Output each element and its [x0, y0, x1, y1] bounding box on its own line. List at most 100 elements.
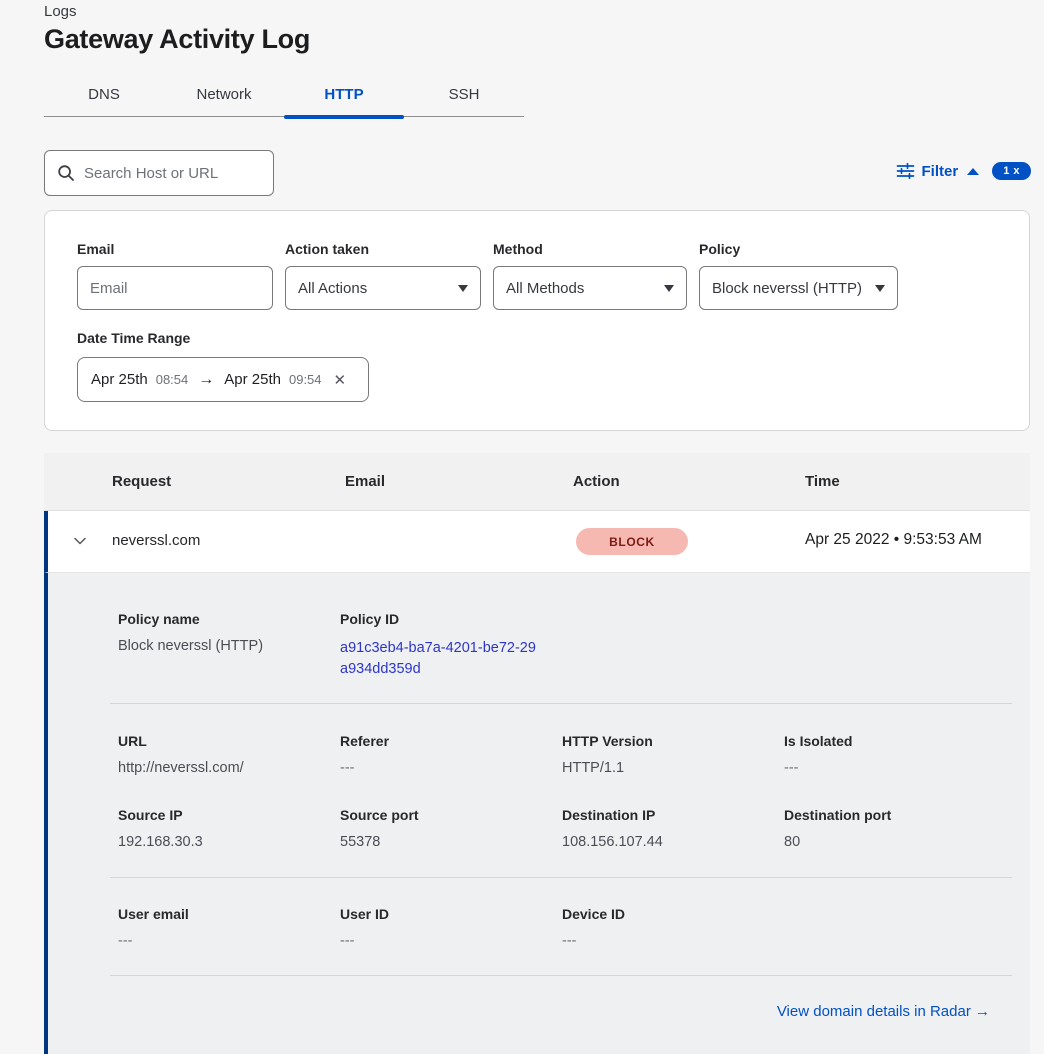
chevron-down-icon	[875, 285, 885, 292]
network-section: Source IP 192.168.30.3 Source port 55378…	[118, 807, 1006, 850]
user-id-value: ---	[340, 933, 562, 949]
tab-network[interactable]: Network	[164, 72, 284, 116]
http-version-label: HTTP Version	[562, 733, 784, 749]
destination-port-value: 80	[784, 834, 1006, 850]
email-filter: Email	[77, 241, 273, 310]
source-port-value: 55378	[340, 834, 562, 850]
start-time: 08:54	[156, 372, 189, 387]
is-isolated-field: Is Isolated ---	[784, 733, 1006, 776]
date-range-picker[interactable]: Apr 25th 08:54 → Apr 25th 09:54 ✕	[77, 357, 369, 402]
end-date: Apr 25th	[224, 371, 281, 388]
user-section: User email --- User ID --- Device ID ---	[118, 906, 1006, 949]
user-email-label: User email	[118, 906, 340, 922]
destination-ip-value: 108.156.107.44	[562, 834, 784, 850]
range-arrow-icon: →	[198, 371, 214, 389]
filter-panel: Email Action taken All Actions Method Al…	[44, 210, 1030, 431]
source-port-field: Source port 55378	[340, 807, 562, 850]
url-label: URL	[118, 733, 340, 749]
search-box[interactable]	[44, 150, 274, 196]
user-email-value: ---	[118, 933, 340, 949]
email-filter-input[interactable]	[77, 266, 273, 310]
row-details-panel: Policy name Block neverssl (HTTP) Policy…	[44, 573, 1030, 1054]
user-id-label: User ID	[340, 906, 562, 922]
breadcrumb[interactable]: Logs	[44, 3, 77, 20]
column-header-time: Time	[805, 473, 840, 490]
action-filter: Action taken All Actions	[285, 241, 481, 310]
destination-ip-field: Destination IP 108.156.107.44	[562, 807, 784, 850]
row-time-value: Apr 25 2022 • 9:53:53 AM	[805, 531, 982, 549]
expand-chevron-icon[interactable]	[72, 533, 88, 554]
url-field: URL http://neverssl.com/	[118, 733, 340, 776]
policy-filter: Policy Block neverssl (HTTP)	[699, 241, 898, 310]
action-block-badge: BLOCK	[576, 528, 688, 555]
device-id-value: ---	[562, 933, 784, 949]
method-filter-value: All Methods	[506, 280, 584, 297]
filter-count-badge[interactable]: 1 x	[992, 162, 1031, 180]
policy-filter-value: Block neverssl (HTTP)	[712, 280, 862, 297]
email-filter-label: Email	[77, 241, 273, 257]
section-divider	[110, 975, 1012, 976]
chevron-down-icon	[664, 285, 674, 292]
destination-ip-label: Destination IP	[562, 807, 784, 823]
page-title: Gateway Activity Log	[44, 24, 310, 55]
http-section: URL http://neverssl.com/ Referer --- HTT…	[118, 733, 1006, 776]
referer-value: ---	[340, 760, 562, 776]
policy-filter-select[interactable]: Block neverssl (HTTP)	[699, 266, 898, 310]
policy-name-field: Policy name Block neverssl (HTTP)	[118, 611, 340, 680]
end-time: 09:54	[289, 372, 322, 387]
http-version-value: HTTP/1.1	[562, 760, 784, 776]
source-port-label: Source port	[340, 807, 562, 823]
filter-button[interactable]: Filter	[922, 163, 959, 180]
policy-section: Policy name Block neverssl (HTTP) Policy…	[118, 611, 1006, 680]
section-divider	[110, 877, 1012, 878]
action-filter-select[interactable]: All Actions	[285, 266, 481, 310]
referer-label: Referer	[340, 733, 562, 749]
clear-date-range-icon[interactable]: ✕	[334, 371, 347, 389]
date-time-range-filter: Date Time Range Apr 25th 08:54 → Apr 25t…	[77, 330, 997, 402]
policy-id-field: Policy ID a91c3eb4-ba7a-4201-be72-29a934…	[340, 611, 562, 680]
method-filter-select[interactable]: All Methods	[493, 266, 687, 310]
source-ip-field: Source IP 192.168.30.3	[118, 807, 340, 850]
method-filter: Method All Methods	[493, 241, 687, 310]
search-input[interactable]	[84, 165, 261, 182]
gateway-activity-log-page: Logs Gateway Activity Log DNS Network HT…	[0, 0, 1044, 1054]
destination-port-field: Destination port 80	[784, 807, 1006, 850]
tab-http[interactable]: HTTP	[284, 72, 404, 116]
referer-field: Referer ---	[340, 733, 562, 776]
column-header-action: Action	[573, 473, 620, 490]
date-range-label: Date Time Range	[77, 330, 190, 346]
filter-controls[interactable]: Filter 1 x	[896, 158, 1031, 184]
column-header-email: Email	[345, 473, 385, 490]
tab-dns[interactable]: DNS	[44, 72, 164, 116]
device-id-label: Device ID	[562, 906, 784, 922]
policy-id-link[interactable]: a91c3eb4-ba7a-4201-be72-29a934dd359d	[340, 638, 538, 680]
collapse-caret-icon[interactable]	[967, 168, 979, 175]
policy-name-label: Policy name	[118, 611, 340, 627]
view-radar-link[interactable]: View domain details in Radar →	[777, 1003, 990, 1020]
table-row[interactable]: neverssl.com BLOCK Apr 25 2022 • 9:53:53…	[44, 511, 1030, 573]
http-version-field: HTTP Version HTTP/1.1	[562, 733, 784, 776]
is-isolated-value: ---	[784, 760, 1006, 776]
policy-name-value: Block neverssl (HTTP)	[118, 638, 340, 654]
user-id-field: User ID ---	[340, 906, 562, 949]
user-email-field: User email ---	[118, 906, 340, 949]
source-ip-label: Source IP	[118, 807, 340, 823]
policy-filter-label: Policy	[699, 241, 898, 257]
search-icon	[57, 164, 75, 182]
policy-id-label: Policy ID	[340, 611, 562, 627]
chevron-down-icon	[458, 285, 468, 292]
log-type-tabs: DNS Network HTTP SSH	[44, 72, 524, 117]
filter-sliders-icon	[896, 162, 915, 180]
row-request-value: neverssl.com	[112, 532, 200, 549]
action-filter-label: Action taken	[285, 241, 481, 257]
section-divider	[110, 703, 1012, 704]
start-date: Apr 25th	[91, 371, 148, 388]
destination-port-label: Destination port	[784, 807, 1006, 823]
tab-ssh[interactable]: SSH	[404, 72, 524, 116]
source-ip-value: 192.168.30.3	[118, 834, 340, 850]
method-filter-label: Method	[493, 241, 687, 257]
log-table-header: Request Email Action Time	[44, 453, 1030, 511]
url-value: http://neverssl.com/	[118, 760, 340, 776]
is-isolated-label: Is Isolated	[784, 733, 1006, 749]
action-filter-value: All Actions	[298, 280, 367, 297]
